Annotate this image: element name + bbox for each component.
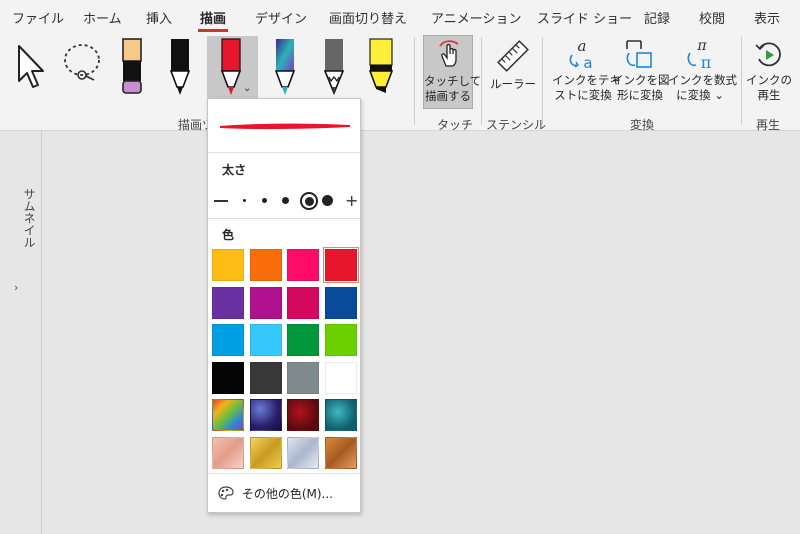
color-swatch[interactable] xyxy=(324,324,357,356)
thickness-3[interactable] xyxy=(282,197,289,204)
thickness-5[interactable] xyxy=(322,195,333,206)
touch-draw-label-line1: タッチして xyxy=(424,74,482,88)
ink-replay-icon xyxy=(755,42,781,67)
thickness-2[interactable] xyxy=(262,198,267,203)
ink-replay-button-line1[interactable]: インクの xyxy=(744,73,794,88)
ruler-button[interactable]: ルーラー xyxy=(488,77,538,92)
divider xyxy=(208,152,360,153)
touch-hand-icon xyxy=(439,40,459,67)
tab-animations[interactable]: アニメーション xyxy=(431,8,521,27)
texture-swatch-bronze[interactable] xyxy=(324,436,357,469)
expand-chevron-icon[interactable]: › xyxy=(14,281,18,294)
decrease-thickness-button[interactable] xyxy=(214,200,228,202)
thickness-row: + xyxy=(214,192,358,210)
ink-to-math-icon: π π xyxy=(687,38,712,71)
color-swatch[interactable] xyxy=(249,286,282,319)
texture-swatch-gold[interactable] xyxy=(249,436,282,469)
thumbnails-label[interactable]: サムネイル xyxy=(4,188,38,248)
divider xyxy=(741,37,742,125)
svg-text:π: π xyxy=(701,53,712,71)
tab-home[interactable]: ホーム xyxy=(83,8,122,27)
divider xyxy=(208,218,360,219)
pen-red-icon[interactable] xyxy=(216,37,246,99)
color-swatch[interactable] xyxy=(287,361,319,394)
divider xyxy=(542,37,543,125)
tab-view[interactable]: 表示 xyxy=(754,8,780,27)
color-swatch[interactable] xyxy=(287,286,319,319)
thickness-label: 太さ xyxy=(222,163,247,177)
thickness-1[interactable] xyxy=(243,199,246,202)
touch-draw-label-line2: 描画する xyxy=(425,89,471,103)
color-swatch[interactable] xyxy=(324,361,357,394)
ink-replay-button-line2[interactable]: 再生 xyxy=(744,88,794,103)
ink-to-math-button-line1[interactable]: インクを数式 xyxy=(668,73,737,88)
thickness-4-selected[interactable] xyxy=(300,192,318,210)
tab-transitions[interactable]: 画面切り替え xyxy=(329,8,407,27)
divider xyxy=(481,37,482,125)
tab-record[interactable]: 記録 xyxy=(644,8,670,27)
highlighter-yellow-icon[interactable] xyxy=(366,37,396,99)
more-colors-label: その他の色(M)... xyxy=(241,487,333,501)
ink-to-shape-button-line1[interactable]: インクを図 xyxy=(612,73,670,88)
tab-file[interactable]: ファイル xyxy=(12,8,64,27)
color-swatch[interactable] xyxy=(212,361,244,394)
texture-swatch-ocean[interactable] xyxy=(324,399,357,431)
eraser-icon[interactable] xyxy=(118,37,146,97)
increase-thickness-button[interactable]: + xyxy=(345,193,358,209)
texture-swatch-galaxy[interactable] xyxy=(249,399,282,431)
tab-review[interactable]: 校閲 xyxy=(699,8,725,27)
color-swatch[interactable] xyxy=(287,324,319,356)
ink-to-text-icon: a a xyxy=(569,37,593,71)
pen-options-chevron-icon[interactable]: ⌄ xyxy=(243,83,251,94)
ink-to-text-button-line1[interactable]: インクをテキ xyxy=(552,73,621,88)
texture-swatch-rainbow[interactable] xyxy=(212,399,244,431)
touch-draw-button[interactable]: タッチして 描画する xyxy=(423,35,482,109)
pencil-gray-icon[interactable] xyxy=(320,37,348,99)
svg-text:a: a xyxy=(578,37,587,55)
pen-black-icon[interactable] xyxy=(166,37,194,99)
color-swatch[interactable] xyxy=(324,286,357,319)
ink-to-shape-button-line2[interactable]: 形に変換 xyxy=(612,88,668,103)
tab-design[interactable]: デザイン xyxy=(255,8,307,27)
ink-to-shape-icon xyxy=(626,40,652,68)
palette-icon xyxy=(218,486,234,500)
color-swatch[interactable] xyxy=(322,247,359,283)
divider xyxy=(208,473,360,474)
lasso-select-icon[interactable] xyxy=(60,41,104,85)
select-tool-icon[interactable] xyxy=(14,43,48,89)
color-label: 色 xyxy=(222,228,235,242)
ruler-icon[interactable] xyxy=(496,39,530,73)
pen-preview-stroke xyxy=(220,123,350,130)
ribbon-tab-bar: ファイル ホーム 挿入 描画 デザイン 画面切り替え アニメーション スライド … xyxy=(0,0,800,33)
ink-to-text-button-line2[interactable]: ストに変換 xyxy=(552,88,614,103)
pen-options-dropdown: 太さ + 色 その他の色(M)... xyxy=(207,98,361,513)
tab-slideshow[interactable]: スライド ショー xyxy=(537,8,632,27)
group-label-replay: 再生 xyxy=(756,118,781,132)
tab-draw[interactable]: 描画 xyxy=(197,8,229,32)
group-label-stencil: ステンシル xyxy=(486,118,547,132)
color-swatch[interactable] xyxy=(249,324,282,356)
pen-galaxy-icon[interactable] xyxy=(271,37,299,99)
texture-swatch-rose-gold[interactable] xyxy=(212,436,244,469)
ribbon: ⌄ 描画ツール タッチして 描画する タッチ xyxy=(0,33,800,132)
svg-text:π: π xyxy=(696,38,707,54)
color-swatch[interactable] xyxy=(287,249,319,281)
tab-insert[interactable]: 挿入 xyxy=(146,8,172,27)
color-swatch[interactable] xyxy=(212,324,244,356)
color-swatch[interactable] xyxy=(249,249,282,281)
ink-to-math-button-line2[interactable]: に変換 ⌄ xyxy=(668,88,732,103)
color-swatch[interactable] xyxy=(249,361,282,394)
color-swatch[interactable] xyxy=(212,286,244,319)
texture-swatch-silver[interactable] xyxy=(287,436,319,469)
group-label-convert: 変換 xyxy=(630,118,655,132)
group-label-touch: タッチ xyxy=(437,118,474,132)
divider xyxy=(414,37,415,125)
svg-text:a: a xyxy=(583,54,592,71)
more-colors-button[interactable]: その他の色(M)... xyxy=(218,485,333,502)
texture-swatch-lava[interactable] xyxy=(287,399,319,431)
color-swatch[interactable] xyxy=(212,249,244,281)
